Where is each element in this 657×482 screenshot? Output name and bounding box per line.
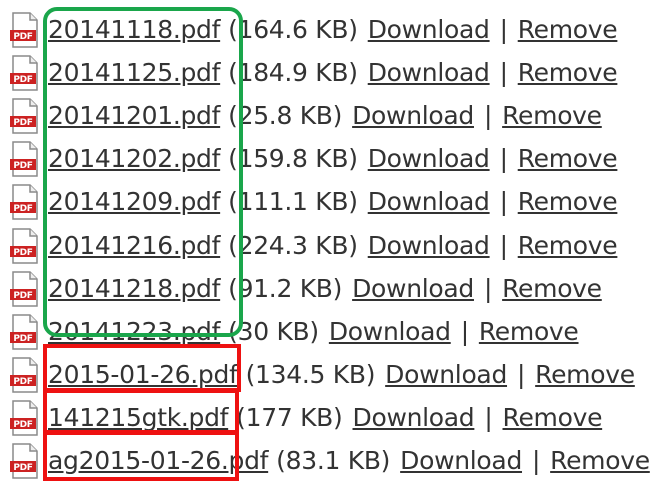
file-row: PDF 20141201.pdf (25.8 KB) Download | Remove <box>0 94 602 137</box>
remove-link[interactable]: Remove <box>550 446 650 475</box>
pdf-file-icon: PDF <box>10 399 38 436</box>
file-row: PDF ag2015-01-26.pdf (83.1 KB) Download | Rem… <box>0 439 650 482</box>
file-size: (134.5 KB) <box>245 360 376 389</box>
file-row: PDF 20141209.pdf (111.1 KB) Download | Remove <box>0 180 618 223</box>
pdf-file-icon: PDF <box>10 11 38 48</box>
file-size: (111.1 KB) <box>228 187 358 216</box>
file-name-link[interactable]: 20141118.pdf <box>48 15 220 44</box>
pdf-file-icon: PDF <box>10 140 38 177</box>
file-name-link[interactable]: 20141202.pdf <box>48 144 220 173</box>
action-separator: | <box>532 446 541 475</box>
pdf-file-icon: PDF <box>10 442 38 479</box>
file-row: PDF 20141218.pdf (91.2 KB) Download | Remove <box>0 267 602 310</box>
file-size: (224.3 KB) <box>228 231 358 260</box>
pdf-icon-label: PDF <box>13 32 32 42</box>
remove-link[interactable]: Remove <box>502 101 602 130</box>
file-name-link[interactable]: 20141125.pdf <box>48 58 220 87</box>
download-link[interactable]: Download <box>368 231 490 260</box>
remove-link[interactable]: Remove <box>502 274 602 303</box>
file-name-link[interactable]: 20141201.pdf <box>48 101 220 130</box>
file-size: (184.9 KB) <box>228 58 358 87</box>
file-row: PDF 20141118.pdf (164.6 KB) Download | Remove <box>0 8 618 51</box>
file-name-link[interactable]: 141215gtk.pdf <box>48 403 228 432</box>
file-name-link[interactable]: 20141209.pdf <box>48 187 220 216</box>
action-separator: | <box>499 58 508 87</box>
file-size: (30 KB) <box>228 317 319 346</box>
remove-link[interactable]: Remove <box>479 317 579 346</box>
download-link[interactable]: Download <box>385 360 507 389</box>
file-size: (91.2 KB) <box>228 274 343 303</box>
file-size: (25.8 KB) <box>228 101 343 130</box>
pdf-file-icon: PDF <box>10 227 38 264</box>
download-link[interactable]: Download <box>352 101 474 130</box>
download-link[interactable]: Download <box>400 446 522 475</box>
pdf-file-icon: PDF <box>10 313 38 350</box>
file-size: (177 KB) <box>236 403 343 432</box>
action-separator: | <box>499 144 508 173</box>
action-separator: | <box>483 274 493 303</box>
file-size: (159.8 KB) <box>228 144 358 173</box>
action-separator: | <box>517 360 526 389</box>
pdf-icon-label: PDF <box>13 248 32 258</box>
file-row: PDF 20141223.pdf (30 KB) Download | Remove <box>0 310 579 353</box>
pdf-icon-label: PDF <box>13 420 32 430</box>
action-separator: | <box>484 403 493 432</box>
pdf-icon-label: PDF <box>13 377 32 387</box>
remove-link[interactable]: Remove <box>518 15 618 44</box>
file-size: (83.1 KB) <box>276 446 391 475</box>
action-separator: | <box>499 15 508 44</box>
remove-link[interactable]: Remove <box>535 360 635 389</box>
pdf-icon-label: PDF <box>13 463 32 473</box>
pdf-icon-label: PDF <box>13 118 32 128</box>
download-link[interactable]: Download <box>352 274 474 303</box>
action-separator: | <box>483 101 493 130</box>
file-name-link[interactable]: 20141218.pdf <box>48 274 220 303</box>
pdf-icon-label: PDF <box>13 291 32 301</box>
remove-link[interactable]: Remove <box>518 187 618 216</box>
action-separator: | <box>499 187 508 216</box>
file-name-link[interactable]: ag2015-01-26.pdf <box>48 446 268 475</box>
pdf-icon-label: PDF <box>13 204 32 214</box>
file-size: (164.6 KB) <box>228 15 358 44</box>
remove-link[interactable]: Remove <box>503 403 603 432</box>
download-link[interactable]: Download <box>368 144 490 173</box>
pdf-file-icon: PDF <box>10 54 38 91</box>
remove-link[interactable]: Remove <box>518 231 618 260</box>
file-row: PDF 2015-01-26.pdf (134.5 KB) Download | Remo… <box>0 353 635 396</box>
pdf-file-icon: PDF <box>10 183 38 220</box>
pdf-file-icon: PDF <box>10 97 38 134</box>
pdf-icon-label: PDF <box>13 161 32 171</box>
file-row: PDF 20141125.pdf (184.9 KB) Download | Remove <box>0 51 618 94</box>
file-name-link[interactable]: 20141223.pdf <box>48 317 220 346</box>
remove-link[interactable]: Remove <box>518 58 618 87</box>
pdf-file-icon: PDF <box>10 356 38 393</box>
download-link[interactable]: Download <box>368 15 490 44</box>
download-link[interactable]: Download <box>368 187 490 216</box>
download-link[interactable]: Download <box>368 58 490 87</box>
attachment-list: PDF 20141118.pdf (164.6 KB) Download | Remove… <box>0 0 657 479</box>
download-link[interactable]: Download <box>353 403 475 432</box>
pdf-file-icon: PDF <box>10 270 38 307</box>
file-row: PDF 141215gtk.pdf (177 KB) Download | Remove <box>0 396 602 439</box>
file-name-link[interactable]: 2015-01-26.pdf <box>48 360 238 389</box>
download-link[interactable]: Download <box>329 317 451 346</box>
file-row: PDF 20141202.pdf (159.8 KB) Download | Remove <box>0 137 618 180</box>
action-separator: | <box>460 317 469 346</box>
file-row: PDF 20141216.pdf (224.3 KB) Download | Remove <box>0 224 618 267</box>
pdf-icon-label: PDF <box>13 334 32 344</box>
remove-link[interactable]: Remove <box>518 144 618 173</box>
pdf-icon-label: PDF <box>13 75 32 85</box>
file-name-link[interactable]: 20141216.pdf <box>48 231 220 260</box>
action-separator: | <box>499 231 508 260</box>
